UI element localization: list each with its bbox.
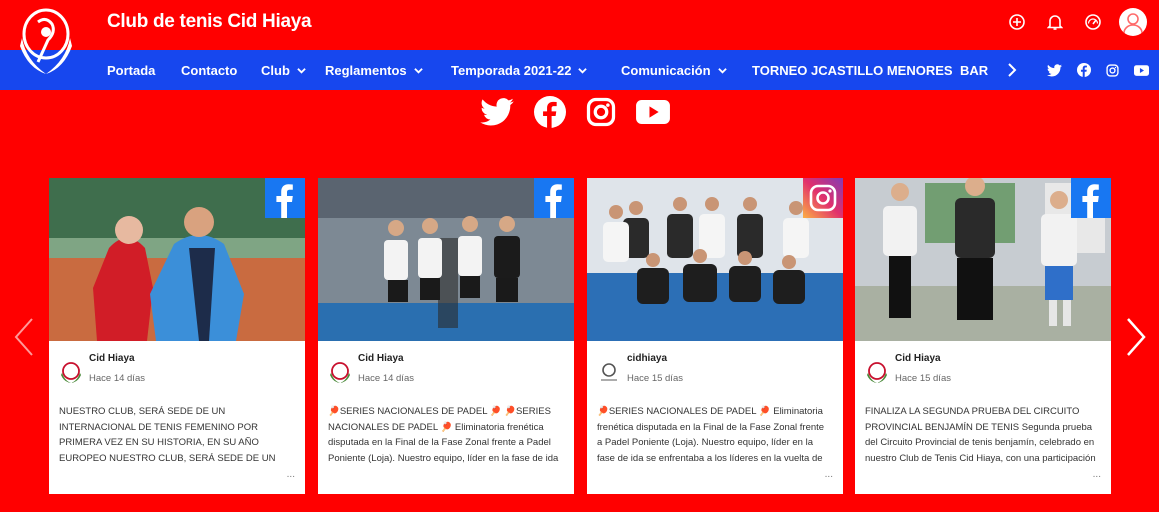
nav-item-reglamentos[interactable]: Reglamentos — [325, 63, 451, 78]
club-logo[interactable] — [16, 4, 76, 80]
post-text: NUESTRO CLUB, SERÁ SEDE DE UN INTERNACIO… — [59, 406, 276, 464]
facebook-badge-icon — [265, 178, 305, 218]
post-time: Hace 15 días — [627, 373, 683, 384]
read-more[interactable]: ... — [1093, 469, 1101, 480]
chevron-down-icon — [717, 67, 727, 74]
feed-card[interactable]: Cid Hiaya Hace 15 días FINALIZA LA SEGUN… — [855, 178, 1111, 494]
main-nav: Portada Contacto Club Reglamentos Tempor… — [0, 50, 1159, 90]
nav-label: BAR — [960, 62, 989, 78]
post-author[interactable]: Cid Hiaya — [358, 353, 404, 364]
facebook-badge-icon — [534, 178, 574, 218]
read-more[interactable]: ... — [825, 469, 833, 480]
nav-item-comunicacion[interactable]: Comunicación — [621, 63, 752, 78]
twitter-icon[interactable] — [480, 98, 514, 126]
top-bar: Club de tenis Cid Hiaya — [0, 0, 1159, 74]
nav-label: Contacto — [181, 62, 238, 78]
top-icons — [1005, 8, 1147, 36]
nav-label: Reglamentos — [325, 62, 407, 78]
carousel-next-icon[interactable] — [1124, 317, 1148, 357]
nav-item-temporada[interactable]: Temporada 2021-22 — [451, 63, 621, 78]
nav-item-contacto[interactable]: Contacto — [181, 63, 261, 78]
instagram-badge-icon — [803, 178, 843, 218]
post-text: FINALIZA LA SEGUNDA PRUEBA DEL CIRCUITO … — [865, 406, 1096, 464]
post-text: 🏓SERIES NACIONALES DE PADEL 🏓 Eliminator… — [597, 406, 825, 464]
youtube-icon[interactable] — [636, 100, 670, 124]
nav-label: Comunicación — [621, 62, 711, 78]
nav-label: TORNEO JCASTILLO MENORES — [752, 62, 953, 78]
post-author[interactable]: Cid Hiaya — [89, 353, 135, 364]
nav-scroll-right-icon[interactable] — [1006, 62, 1018, 78]
nav-label: Portada — [107, 62, 156, 78]
post-time: Hace 14 días — [89, 373, 145, 384]
post-time: Hace 14 días — [358, 373, 414, 384]
author-avatar — [61, 362, 81, 383]
chevron-down-icon — [297, 67, 306, 74]
nav-item-portada[interactable]: Portada — [107, 63, 181, 78]
feed-card[interactable]: Cid Hiaya Hace 14 días 🏓SERIES NACIONALE… — [318, 178, 574, 494]
instagram-icon[interactable] — [1106, 63, 1119, 77]
social-links — [480, 96, 670, 128]
nav-item-club[interactable]: Club — [261, 63, 325, 78]
add-circle-icon[interactable] — [1005, 10, 1029, 34]
user-avatar-icon[interactable] — [1119, 8, 1147, 36]
youtube-icon[interactable] — [1134, 64, 1149, 76]
facebook-badge-icon — [1071, 178, 1111, 218]
bell-icon[interactable] — [1043, 10, 1067, 34]
nav-label: Temporada 2021-22 — [451, 62, 572, 78]
post-author[interactable]: cidhiaya — [627, 353, 667, 364]
author-avatar — [601, 363, 617, 381]
twitter-icon[interactable] — [1047, 63, 1062, 77]
author-avatar — [330, 362, 350, 383]
author-avatar — [867, 362, 887, 383]
nav-item-bar[interactable]: BAR — [960, 63, 988, 78]
dashboard-icon[interactable] — [1081, 10, 1105, 34]
feed-card[interactable]: cidhiaya Hace 15 días 🏓SERIES NACIONALES… — [587, 178, 843, 494]
instagram-icon[interactable] — [586, 97, 616, 127]
chevron-down-icon — [413, 67, 423, 74]
facebook-icon[interactable] — [1077, 63, 1091, 77]
feed-card[interactable]: Cid Hiaya Hace 14 días NUESTRO CLUB, SER… — [49, 178, 305, 494]
carousel-prev-icon[interactable] — [12, 317, 36, 357]
nav-label: Club — [261, 62, 290, 78]
site-title[interactable]: Club de tenis Cid Hiaya — [107, 11, 312, 33]
chevron-down-icon — [578, 67, 588, 74]
nav-item-torneo[interactable]: TORNEO JCASTILLO MENORES — [752, 63, 960, 78]
post-text: 🏓SERIES NACIONALES DE PADEL 🏓 🏓SERIES NA… — [328, 406, 559, 464]
facebook-icon[interactable] — [534, 96, 566, 128]
post-author[interactable]: Cid Hiaya — [895, 353, 941, 364]
post-time: Hace 15 días — [895, 373, 951, 384]
read-more[interactable]: ... — [287, 469, 295, 480]
nav-social-links — [1047, 50, 1149, 90]
